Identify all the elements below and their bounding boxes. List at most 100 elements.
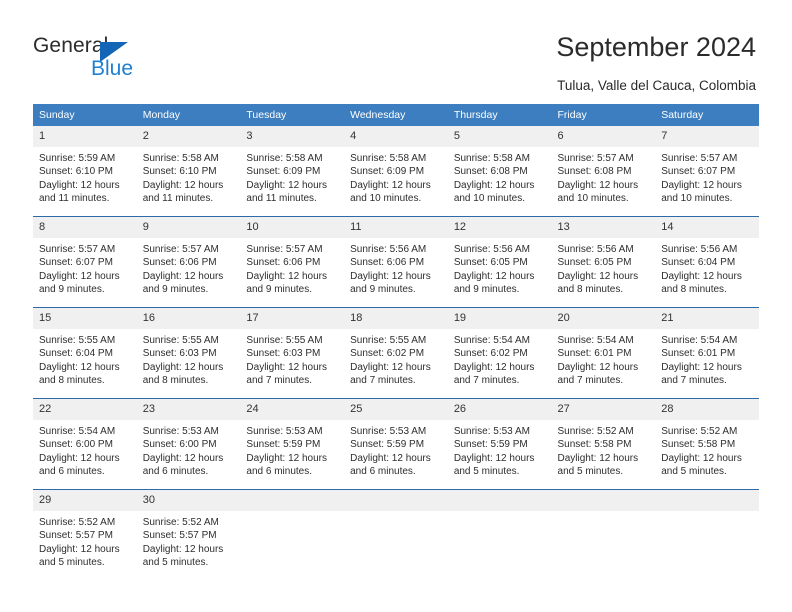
calendar-day-cell[interactable]: 11 Sunrise: 5:56 AM Sunset: 6:06 PM Dayl… [344,216,448,308]
generalblue-logo[interactable]: General Blue [33,34,233,86]
day-number: 21 [655,308,759,329]
calendar-week-row: 15 Sunrise: 5:55 AM Sunset: 6:04 PM Dayl… [33,307,759,399]
sunrise-sunset-calendar-table: Sunday Monday Tuesday Wednesday Thursday… [33,104,759,580]
weekday-header-saturday: Saturday [655,104,759,126]
calendar-day-cell[interactable]: 9 Sunrise: 5:57 AM Sunset: 6:06 PM Dayli… [136,216,241,308]
calendar-day-cell[interactable]: 27 Sunrise: 5:52 AM Sunset: 5:58 PM Dayl… [551,398,656,490]
daylight-text-line2: and 11 minutes. [39,193,110,205]
sunrise-text: Sunrise: 5:52 AM [142,517,219,528]
day-details: Sunrise: 5:56 AM Sunset: 6:05 PM Dayligh… [552,238,656,297]
daylight-text-line2: and 5 minutes. [557,466,624,478]
day-details: Sunrise: 5:52 AM Sunset: 5:58 PM Dayligh… [655,420,759,479]
page-header: General Blue September 2024 Tulua, Valle… [0,0,792,100]
daylight-text-line2: and 11 minutes. [142,193,214,205]
day-number [344,490,448,511]
daylight-text-line2: and 7 minutes. [557,375,624,387]
calendar-day-cell[interactable]: 12 Sunrise: 5:56 AM Sunset: 6:05 PM Dayl… [447,216,552,308]
daylight-text-line2: and 6 minutes. [350,466,416,478]
day-number: 23 [136,399,241,420]
day-number: 15 [33,308,137,329]
calendar-day-cell[interactable]: 19 Sunrise: 5:54 AM Sunset: 6:02 PM Dayl… [447,307,552,399]
calendar-day-cell[interactable]: 7 Sunrise: 5:57 AM Sunset: 6:07 PM Dayli… [655,126,759,217]
calendar-day-cell[interactable]: 24 Sunrise: 5:53 AM Sunset: 5:59 PM Dayl… [240,398,345,490]
daylight-text-line1: Daylight: 12 hours [350,452,431,464]
calendar-day-cell[interactable]: 10 Sunrise: 5:57 AM Sunset: 6:06 PM Dayl… [240,216,345,308]
sunset-text: Sunset: 5:59 PM [453,439,528,451]
calendar-day-cell[interactable]: 18 Sunrise: 5:55 AM Sunset: 6:02 PM Dayl… [344,307,448,399]
calendar-day-cell[interactable]: 4 Sunrise: 5:58 AM Sunset: 6:09 PM Dayli… [344,126,448,217]
daylight-text-line1: Daylight: 12 hours [142,452,224,464]
calendar-day-cell[interactable]: 22 Sunrise: 5:54 AM Sunset: 6:00 PM Dayl… [33,398,137,490]
day-number: 27 [551,399,656,420]
calendar-day-cell[interactable]: 26 Sunrise: 5:53 AM Sunset: 5:59 PM Dayl… [447,398,552,490]
daylight-text-line1: Daylight: 12 hours [246,452,328,464]
daylight-text-line2: and 9 minutes. [453,284,520,296]
calendar-week-row: 22 Sunrise: 5:54 AM Sunset: 6:00 PM Dayl… [33,398,759,490]
calendar-day-cell[interactable]: 29 Sunrise: 5:52 AM Sunset: 5:57 PM Dayl… [33,489,137,580]
sunset-text: Sunset: 6:00 PM [142,439,217,451]
calendar-day-cell[interactable]: 21 Sunrise: 5:54 AM Sunset: 6:01 PM Dayl… [655,307,759,399]
day-number: 30 [136,490,241,511]
calendar-day-cell[interactable]: 17 Sunrise: 5:55 AM Sunset: 6:03 PM Dayl… [240,307,345,399]
calendar-day-cell[interactable]: 8 Sunrise: 5:57 AM Sunset: 6:07 PM Dayli… [33,216,137,308]
daylight-text-line2: and 6 minutes. [246,466,313,478]
sunrise-text: Sunrise: 5:58 AM [246,153,323,164]
daylight-text-line2: and 9 minutes. [246,284,313,296]
calendar-day-cell[interactable]: 28 Sunrise: 5:52 AM Sunset: 5:58 PM Dayl… [655,398,759,490]
sunset-text: Sunset: 5:57 PM [142,530,217,542]
sunrise-text: Sunrise: 5:55 AM [246,335,323,346]
day-details: Sunrise: 5:56 AM Sunset: 6:06 PM Dayligh… [344,238,448,297]
sunrise-text: Sunrise: 5:56 AM [453,244,530,255]
calendar-day-cell-empty [655,489,759,580]
day-number: 1 [33,126,137,147]
sunset-text: Sunset: 5:57 PM [39,530,113,542]
calendar-day-cell[interactable]: 2 Sunrise: 5:58 AM Sunset: 6:10 PM Dayli… [136,126,241,217]
sunset-text: Sunset: 6:08 PM [557,166,632,178]
calendar-day-cell[interactable]: 25 Sunrise: 5:53 AM Sunset: 5:59 PM Dayl… [344,398,448,490]
day-number: 17 [240,308,345,329]
day-details: Sunrise: 5:58 AM Sunset: 6:09 PM Dayligh… [240,147,344,206]
daylight-text-line2: and 6 minutes. [39,466,105,478]
day-details: Sunrise: 5:57 AM Sunset: 6:08 PM Dayligh… [552,147,656,206]
daylight-text-line2: and 9 minutes. [39,284,105,296]
day-details: Sunrise: 5:58 AM Sunset: 6:10 PM Dayligh… [137,147,241,206]
day-number: 20 [551,308,656,329]
calendar-week-row: 1 Sunrise: 5:59 AM Sunset: 6:10 PM Dayli… [33,126,759,217]
daylight-text-line2: and 10 minutes. [661,193,733,205]
day-details: Sunrise: 5:59 AM Sunset: 6:10 PM Dayligh… [33,147,137,206]
daylight-text-line2: and 7 minutes. [453,375,520,387]
calendar-day-cell[interactable]: 23 Sunrise: 5:53 AM Sunset: 6:00 PM Dayl… [136,398,241,490]
day-number: 3 [240,126,345,147]
day-number: 26 [447,399,552,420]
daylight-text-line2: and 9 minutes. [350,284,416,296]
sunrise-text: Sunrise: 5:57 AM [246,244,323,255]
day-number: 9 [136,217,241,238]
sunset-text: Sunset: 5:58 PM [661,439,736,451]
calendar-day-cell[interactable]: 3 Sunrise: 5:58 AM Sunset: 6:09 PM Dayli… [240,126,345,217]
weekday-header-row: Sunday Monday Tuesday Wednesday Thursday… [33,104,759,126]
day-details: Sunrise: 5:54 AM Sunset: 6:02 PM Dayligh… [448,329,552,388]
daylight-text-line1: Daylight: 12 hours [350,270,431,282]
sunrise-text: Sunrise: 5:58 AM [453,153,530,164]
day-details: Sunrise: 5:52 AM Sunset: 5:58 PM Dayligh… [552,420,656,479]
calendar-day-cell[interactable]: 30 Sunrise: 5:52 AM Sunset: 5:57 PM Dayl… [136,489,241,580]
daylight-text-line2: and 7 minutes. [350,375,416,387]
day-number: 24 [240,399,345,420]
calendar-day-cell[interactable]: 14 Sunrise: 5:56 AM Sunset: 6:04 PM Dayl… [655,216,759,308]
calendar-day-cell[interactable]: 20 Sunrise: 5:54 AM Sunset: 6:01 PM Dayl… [551,307,656,399]
calendar-day-cell[interactable]: 13 Sunrise: 5:56 AM Sunset: 6:05 PM Dayl… [551,216,656,308]
day-details: Sunrise: 5:53 AM Sunset: 5:59 PM Dayligh… [448,420,552,479]
day-number: 14 [655,217,759,238]
sunset-text: Sunset: 6:07 PM [661,166,736,178]
calendar-day-cell[interactable]: 16 Sunrise: 5:55 AM Sunset: 6:03 PM Dayl… [136,307,241,399]
calendar-day-cell[interactable]: 5 Sunrise: 5:58 AM Sunset: 6:08 PM Dayli… [447,126,552,217]
calendar-day-cell[interactable]: 6 Sunrise: 5:57 AM Sunset: 6:08 PM Dayli… [551,126,656,217]
sunset-text: Sunset: 6:06 PM [142,257,217,269]
daylight-text-line1: Daylight: 12 hours [39,361,120,373]
daylight-text-line2: and 8 minutes. [557,284,624,296]
calendar-day-cell[interactable]: 1 Sunrise: 5:59 AM Sunset: 6:10 PM Dayli… [33,126,137,217]
calendar-day-cell[interactable]: 15 Sunrise: 5:55 AM Sunset: 6:04 PM Dayl… [33,307,137,399]
day-details: Sunrise: 5:53 AM Sunset: 6:00 PM Dayligh… [137,420,241,479]
calendar-day-cell-empty [240,489,345,580]
daylight-text-line1: Daylight: 12 hours [246,361,328,373]
